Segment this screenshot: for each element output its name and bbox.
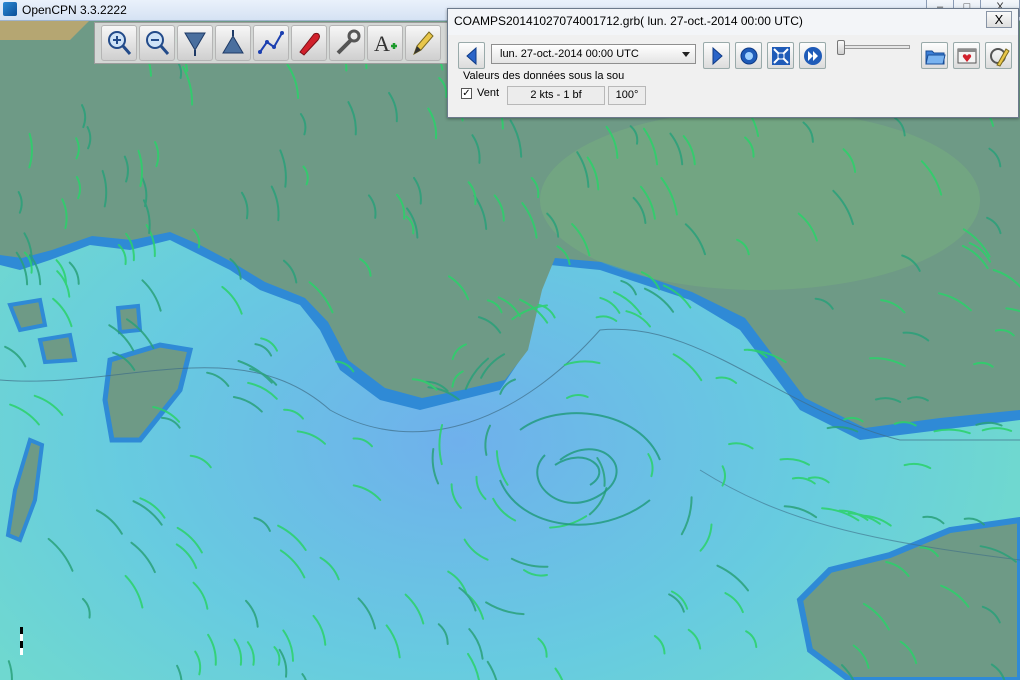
pencil-icon (413, 31, 434, 56)
wind-checkbox[interactable]: ✓ (461, 88, 472, 99)
chart-toolbar: A (94, 22, 449, 64)
follow-boat-button[interactable] (291, 25, 327, 61)
scale-in-icon (184, 32, 206, 56)
scale-out-icon (222, 30, 244, 54)
scale-out-button[interactable] (215, 25, 251, 61)
wind-speed-value: 2 kts - 1 bf (507, 86, 605, 105)
next-record-icon (712, 46, 723, 65)
settings-button-grib[interactable] (953, 42, 980, 69)
route-icon (258, 31, 284, 54)
data-under-cursor-label: Valeurs des données sous la sou (463, 70, 625, 82)
route-button[interactable] (253, 25, 289, 61)
settings-button[interactable] (329, 25, 365, 61)
zoom-to-center-icon (771, 46, 790, 65)
scale-in-button[interactable] (177, 25, 213, 61)
text-add-button[interactable]: A (367, 25, 403, 61)
settings-icon (957, 48, 976, 63)
time-select-value: lun. 27-oct.-2014 00:00 UTC (500, 48, 639, 60)
time-select[interactable]: lun. 27-oct.-2014 00:00 UTC (491, 44, 696, 64)
pencil-button[interactable] (405, 25, 441, 61)
zoom-out-button[interactable] (139, 25, 175, 61)
zoom-in-button[interactable] (101, 25, 137, 61)
zoom-to-center-button[interactable] (767, 42, 794, 69)
play-icon (803, 46, 822, 65)
grib-close-button[interactable]: X (986, 11, 1012, 28)
playback-slider-track[interactable] (840, 45, 910, 49)
chevron-down-icon (682, 52, 690, 57)
grib-titlebar: COAMPS20141027074001712.grb( lun. 27-oct… (448, 9, 1018, 35)
now-button[interactable] (735, 42, 762, 69)
grib-dialog: COAMPS20141027074001712.grb( lun. 27-oct… (447, 8, 1019, 118)
request-button[interactable] (985, 42, 1012, 69)
request-icon (989, 47, 1010, 67)
prev-record-icon (465, 46, 476, 65)
wind-direction-value: 100° (608, 86, 646, 105)
open-file-button[interactable] (921, 42, 948, 69)
wind-label: Vent (477, 87, 500, 99)
next-record-button[interactable] (703, 42, 730, 69)
play-button[interactable] (799, 42, 826, 69)
prev-record-button[interactable] (458, 42, 485, 69)
playback-slider-thumb[interactable] (837, 40, 845, 55)
text-add-icon: A (374, 31, 397, 56)
svg-text:A: A (374, 31, 390, 56)
now-icon (740, 47, 757, 64)
app-logo-icon (3, 2, 17, 16)
island-small-3 (115, 303, 143, 335)
zoom-in-icon (108, 31, 132, 55)
open-file-icon (924, 50, 946, 64)
grib-title: COAMPS20141027074001712.grb( lun. 27-oct… (454, 14, 803, 28)
settings-wrench-icon (336, 29, 361, 55)
zoom-out-icon (146, 31, 170, 55)
app-title: OpenCPN 3.3.2222 (22, 3, 127, 17)
boat-follow-icon (299, 33, 320, 56)
map-scale-bar (20, 627, 23, 655)
island-small-2 (37, 332, 78, 365)
